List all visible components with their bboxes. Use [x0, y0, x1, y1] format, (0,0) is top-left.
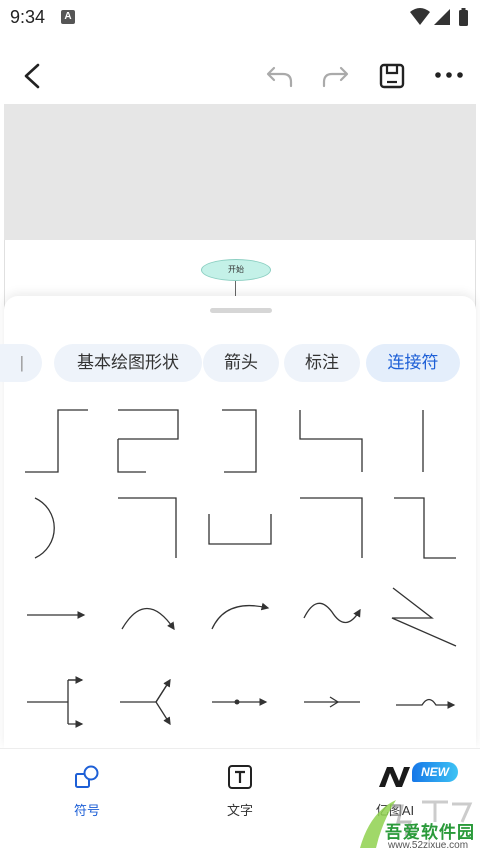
- save-icon[interactable]: [378, 62, 406, 90]
- u-connector[interactable]: [208, 514, 272, 545]
- l-connector[interactable]: [299, 410, 363, 472]
- step-connector-2[interactable]: [117, 409, 179, 473]
- curved-arrow-1[interactable]: [121, 607, 175, 631]
- bracket-connector[interactable]: [222, 409, 257, 473]
- hop-connector[interactable]: [396, 698, 456, 709]
- nav-symbols[interactable]: 符号: [42, 763, 132, 819]
- back-arrow-icon[interactable]: [20, 62, 46, 90]
- start-node[interactable]: 开始: [201, 259, 271, 281]
- wave-connector[interactable]: [303, 602, 361, 624]
- wifi-icon: [410, 8, 430, 25]
- notification-icon: A: [61, 10, 75, 24]
- watermark-url: www.52zixue.com: [388, 840, 469, 851]
- corner-connector-1[interactable]: [118, 497, 177, 558]
- curved-arrow-2[interactable]: [211, 602, 270, 630]
- step-connector-1[interactable]: [25, 409, 88, 473]
- nav-text-label: 文字: [226, 803, 253, 818]
- fork-connector-2[interactable]: [120, 679, 170, 724]
- nav-text[interactable]: 文字: [195, 763, 285, 819]
- canvas-background: [4, 104, 476, 240]
- signal-icon: [434, 9, 450, 25]
- line-dot: [234, 699, 240, 705]
- top-toolbar: [0, 36, 480, 104]
- nav-symbols-label: 符号: [73, 803, 100, 818]
- connector-shape-grid: [25, 409, 457, 748]
- zigzag-connector[interactable]: [391, 587, 457, 647]
- fork-connector-1[interactable]: [27, 679, 82, 724]
- undo-icon[interactable]: [265, 62, 295, 90]
- redo-icon[interactable]: [320, 62, 350, 90]
- ai-logo-icon: [379, 767, 410, 787]
- shape-library-sheet: | 基本绘图形状 箭头 标注 连接符: [0, 296, 476, 748]
- battery-icon: [459, 10, 468, 26]
- arc-connector[interactable]: [34, 497, 55, 559]
- new-badge: NEW: [412, 762, 458, 782]
- status-icons: [410, 8, 468, 26]
- text-icon: [228, 765, 252, 789]
- status-time: 9:34: [10, 7, 46, 27]
- more-icon[interactable]: [434, 68, 464, 82]
- corner-connector-2[interactable]: [300, 497, 363, 558]
- z-connector[interactable]: [394, 497, 456, 559]
- shapes-icon: [75, 765, 99, 788]
- status-bar: 9:34 A: [0, 0, 480, 36]
